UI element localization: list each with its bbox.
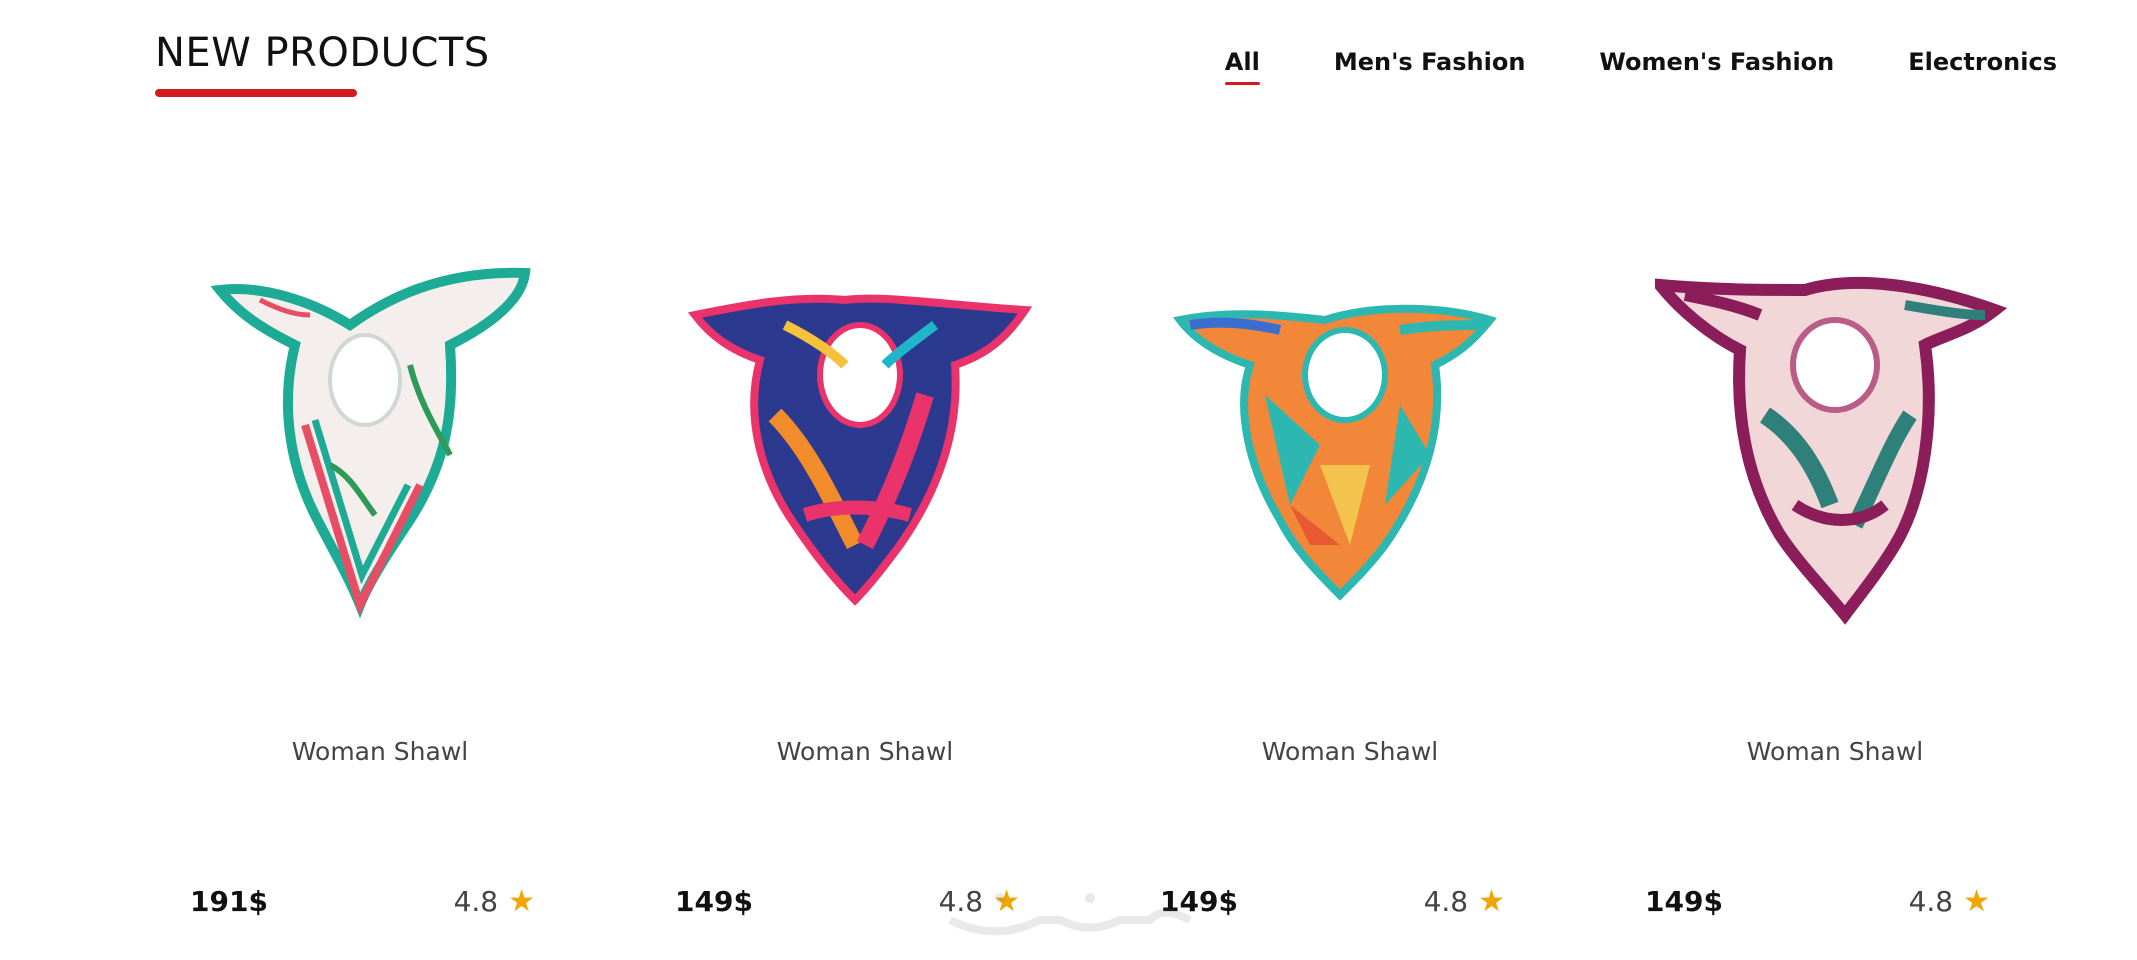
product-grid: Woman Shawl 191$ 4.8 ★ Woman Shawl 149$ … bbox=[160, 225, 2100, 945]
tab-electronics[interactable]: Electronics bbox=[1908, 48, 2057, 76]
scarf-image bbox=[1655, 276, 2008, 625]
product-name[interactable]: Woman Shawl bbox=[160, 737, 600, 766]
product-card[interactable]: Woman Shawl 149$ 4.8 ★ bbox=[1130, 225, 1615, 945]
product-image[interactable] bbox=[200, 245, 560, 645]
product-rating: 4.8 ★ bbox=[454, 885, 535, 918]
section-title: NEW PRODUCTS bbox=[155, 30, 490, 76]
product-name[interactable]: Woman Shawl bbox=[645, 737, 1085, 766]
product-price: 149$ bbox=[675, 885, 753, 918]
star-icon: ★ bbox=[1478, 883, 1505, 919]
category-filter-tabs: All Men's Fashion Women's Fashion Electr… bbox=[1224, 48, 2057, 85]
product-rating: 4.8 ★ bbox=[1424, 885, 1505, 918]
product-card[interactable]: Woman Shawl 149$ 4.8 ★ bbox=[645, 225, 1130, 945]
scarf-image bbox=[210, 267, 531, 619]
scarf-image bbox=[687, 294, 1033, 606]
tab-all[interactable]: All bbox=[1224, 48, 1260, 85]
rating-value: 4.8 bbox=[453, 885, 499, 918]
product-price: 149$ bbox=[1645, 885, 1723, 918]
title-underline bbox=[155, 89, 357, 97]
rating-value: 4.8 bbox=[1908, 885, 1954, 918]
product-name[interactable]: Woman Shawl bbox=[1130, 737, 1570, 766]
rating-value: 4.8 bbox=[1423, 885, 1469, 918]
product-name[interactable]: Woman Shawl bbox=[1615, 737, 2055, 766]
star-icon: ★ bbox=[1963, 883, 1990, 919]
watermark-logo bbox=[940, 880, 1200, 950]
tab-womens-fashion[interactable]: Women's Fashion bbox=[1599, 48, 1834, 76]
product-image[interactable] bbox=[1655, 245, 2015, 645]
section-header: NEW PRODUCTS bbox=[155, 30, 490, 97]
product-card[interactable]: Woman Shawl 149$ 4.8 ★ bbox=[1615, 225, 2100, 945]
product-rating: 4.8 ★ bbox=[1909, 885, 1990, 918]
product-price: 191$ bbox=[190, 885, 268, 918]
product-image[interactable] bbox=[685, 245, 1045, 645]
product-image[interactable] bbox=[1170, 245, 1530, 645]
tab-mens-fashion[interactable]: Men's Fashion bbox=[1334, 48, 1526, 76]
product-card[interactable]: Woman Shawl 191$ 4.8 ★ bbox=[160, 225, 645, 945]
scarf-image bbox=[1172, 304, 1497, 601]
star-icon: ★ bbox=[508, 883, 535, 919]
